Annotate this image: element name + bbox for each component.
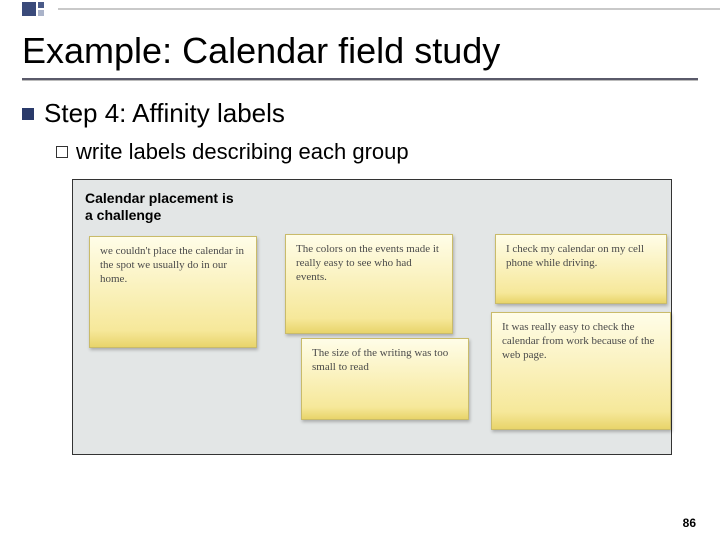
slide-body: Step 4: Affinity labels write labels des… [0,80,720,455]
group-label: Calendar placement is a challenge [85,190,245,224]
affinity-panel: Calendar placement is a challenge we cou… [72,179,672,455]
slide-title: Example: Calendar field study [22,30,720,72]
subbullet-rest: labels describing each group [122,139,408,164]
slide-top-decoration [0,0,720,18]
sticky-note: The colors on the events made it really … [285,234,453,334]
sticky-note: I check my calendar on my cell phone whi… [495,234,667,304]
page-number: 86 [683,516,696,530]
square-bullet-icon [22,108,34,120]
sticky-note: we couldn't place the calendar in the sp… [89,236,257,348]
bullet-text: Step 4: Affinity labels [44,98,285,129]
bullet-level-2: write labels describing each group [56,139,698,165]
subbullet-text: write labels describing each group [76,139,409,165]
top-divider [58,8,720,10]
sticky-notes-area: we couldn't place the calendar in the sp… [87,234,657,444]
open-square-bullet-icon [56,146,68,158]
subbullet-prefix: write [76,139,122,164]
sticky-note: It was really easy to check the calendar… [491,312,671,430]
bullet-level-1: Step 4: Affinity labels [22,98,698,129]
corner-squares-icon [22,2,44,16]
sticky-note: The size of the writing was too small to… [301,338,469,420]
